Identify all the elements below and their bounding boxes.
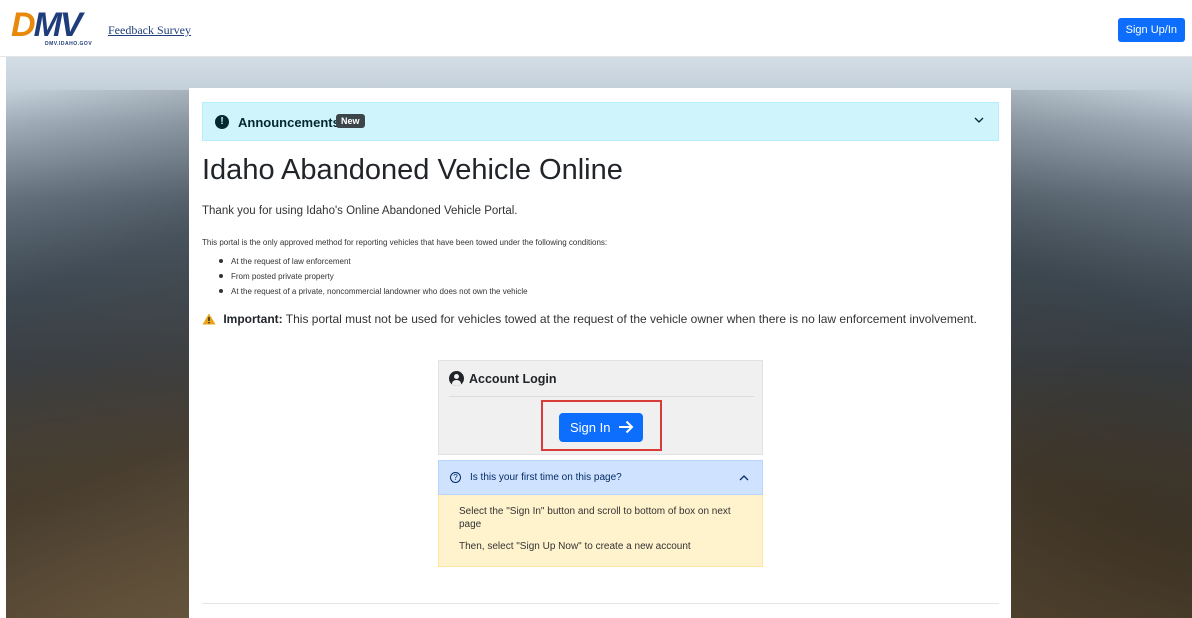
- sign-in-label: Sign In: [570, 420, 611, 435]
- question-circle-icon: ?: [450, 472, 461, 483]
- account-login-heading: Account Login: [449, 371, 557, 386]
- important-text: This portal must not be used for vehicle…: [285, 312, 977, 326]
- condition-item: At the request of a private, noncommerci…: [219, 284, 528, 299]
- new-badge: New: [336, 114, 365, 128]
- important-label: Important:: [223, 312, 283, 326]
- exclamation-circle-icon: !: [215, 115, 229, 129]
- conditions-list: At the request of law enforcement From p…: [219, 254, 528, 299]
- important-notice: Important: This portal must not be used …: [202, 312, 977, 326]
- sign-in-button[interactable]: Sign In: [559, 413, 643, 442]
- announcements-accordion[interactable]: ! Announcements New: [202, 102, 999, 141]
- condition-item: From posted private property: [219, 269, 528, 284]
- login-divider: [449, 396, 754, 397]
- user-circle-icon: [449, 371, 464, 386]
- feedback-survey-link[interactable]: Feedback Survey: [108, 23, 191, 38]
- account-login-label: Account Login: [469, 372, 557, 386]
- announcements-title: Announcements: [238, 115, 340, 130]
- condition-item: At the request of law enforcement: [219, 254, 528, 269]
- first-time-question: Is this your first time on this page?: [470, 472, 622, 483]
- background-mountain-right: [1010, 90, 1192, 618]
- arrow-right-icon: [619, 420, 634, 434]
- warning-triangle-icon: [202, 313, 216, 325]
- chevron-down-icon[interactable]: [972, 113, 986, 127]
- background-mountain-left: [6, 90, 196, 618]
- logo-subtitle: DMV.IDAHO.GOV: [45, 41, 93, 47]
- main-card: ! Announcements New Idaho Abandoned Vehi…: [189, 88, 1011, 618]
- chevron-up-icon[interactable]: [738, 472, 750, 484]
- portal-description: This portal is the only approved method …: [202, 238, 608, 247]
- bottom-divider: [202, 603, 999, 604]
- page-title: Idaho Abandoned Vehicle Online: [202, 154, 623, 186]
- first-time-instructions: Select the "Sign In" button and scroll t…: [438, 495, 763, 567]
- first-time-accordion[interactable]: ? Is this your first time on this page?: [438, 460, 763, 495]
- account-login-box: Account Login Sign In: [438, 360, 763, 455]
- dmv-logo[interactable]: DMV DMV.IDAHO.GOV: [11, 6, 93, 47]
- sign-up-in-button[interactable]: Sign Up/In: [1117, 18, 1185, 42]
- logo-text: DMV: [11, 6, 83, 44]
- thanks-text: Thank you for using Idaho's Online Aband…: [202, 205, 518, 217]
- top-navbar: DMV DMV.IDAHO.GOV Feedback Survey Sign U…: [0, 0, 1192, 57]
- instruction-text-1: Select the "Sign In" button and scroll t…: [459, 506, 731, 530]
- logo-letter-d: D: [11, 6, 36, 44]
- instruction-text-2: Then, select "Sign Up Now" to create a n…: [459, 541, 691, 552]
